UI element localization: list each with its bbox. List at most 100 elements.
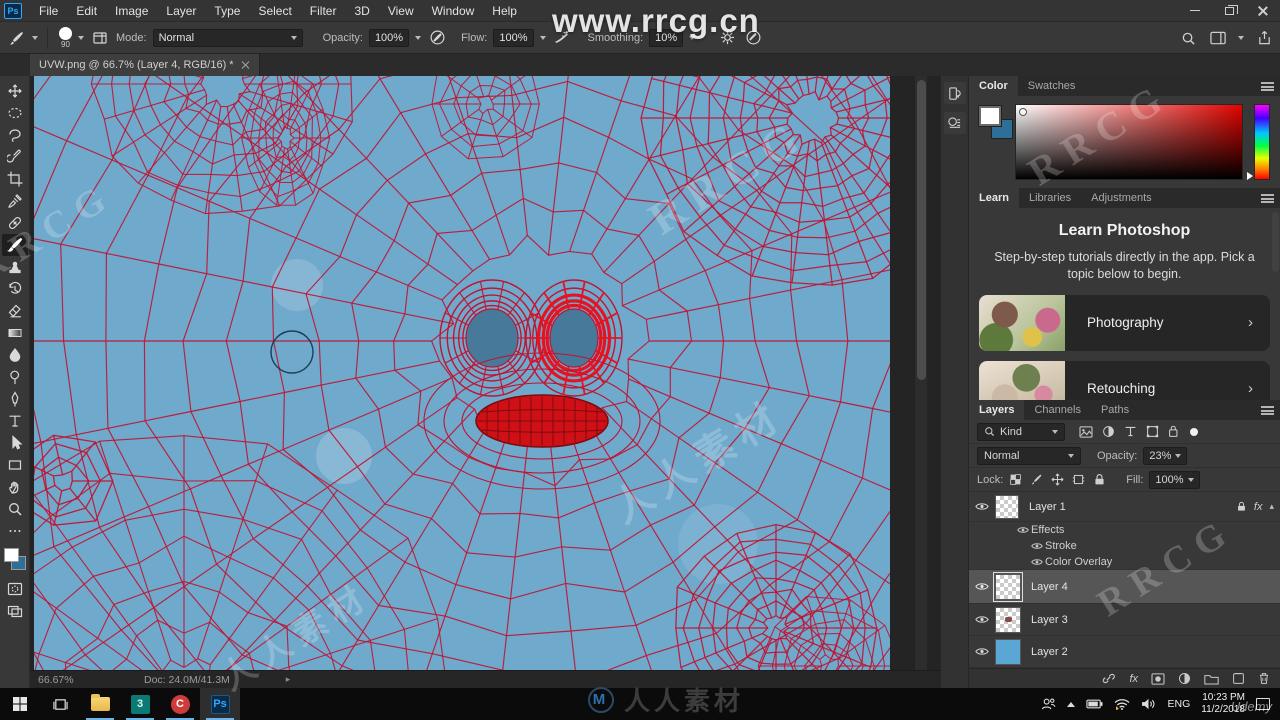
menu-image[interactable]: Image	[106, 0, 157, 22]
restore-button[interactable]	[1212, 0, 1246, 22]
lock-transparency-icon[interactable]	[1009, 473, 1022, 486]
filter-shape-layers-icon[interactable]	[1146, 425, 1159, 438]
tray-expand-chevron[interactable]	[1067, 701, 1076, 707]
menu-edit[interactable]: Edit	[67, 0, 106, 22]
blur-tool[interactable]	[2, 344, 28, 366]
filter-kind-dropdown[interactable]: Kind	[977, 422, 1065, 441]
opacity-caret[interactable]	[415, 35, 422, 40]
visibility-eye-icon[interactable]	[1015, 526, 1031, 534]
layer-name[interactable]: Layer 4	[1031, 581, 1068, 593]
new-layer-icon[interactable]	[1232, 672, 1245, 685]
dodge-tool[interactable]	[2, 366, 28, 388]
layer-thumbnail[interactable]	[993, 571, 1023, 602]
airbrush-icon[interactable]	[552, 28, 572, 48]
brush-tool[interactable]	[1, 234, 28, 256]
canvas-vertical-scrollbar[interactable]	[914, 76, 927, 670]
lock-all-icon[interactable]	[1093, 473, 1106, 486]
lasso-tool[interactable]	[2, 124, 28, 146]
filter-pixel-layers-icon[interactable]	[1079, 425, 1093, 438]
layer-name[interactable]: Layer 1	[1029, 501, 1066, 513]
flow-field[interactable]: 100%	[493, 28, 534, 47]
menu-type[interactable]: Type	[205, 0, 249, 22]
saturation-brightness-field[interactable]	[1015, 104, 1243, 180]
learn-card-photography[interactable]: Photography ›	[979, 294, 1270, 351]
filter-adjustment-layers-icon[interactable]	[1102, 425, 1115, 438]
color-overlay-effect-label[interactable]: Color Overlay	[1045, 556, 1112, 568]
blend-mode-dropdown[interactable]: Normal	[152, 28, 303, 47]
learn-panel-menu-icon[interactable]	[1261, 194, 1274, 203]
menu-help[interactable]: Help	[483, 0, 526, 22]
foreground-background-swatches[interactable]	[3, 546, 27, 572]
tab-swatches[interactable]: Swatches	[1018, 76, 1086, 96]
minimize-button[interactable]	[1178, 0, 1212, 22]
collapse-effects-chevron[interactable]: ▴	[1269, 501, 1274, 512]
eraser-tool[interactable]	[2, 300, 28, 322]
file-explorer-button[interactable]	[80, 688, 120, 720]
brush-size-picker[interactable]: 90	[59, 26, 72, 49]
share-icon[interactable]	[1254, 28, 1274, 48]
visibility-eye-icon[interactable]	[969, 582, 995, 591]
smoothing-field[interactable]: 10%	[649, 28, 684, 47]
layer-name[interactable]: Layer 2	[1031, 646, 1068, 658]
tab-layers[interactable]: Layers	[969, 400, 1025, 420]
search-icon[interactable]	[1178, 28, 1198, 48]
flow-caret[interactable]	[539, 35, 546, 40]
effects-label[interactable]: Effects	[1031, 524, 1064, 536]
add-layer-mask-icon[interactable]	[1151, 672, 1165, 685]
rectangle-tool[interactable]	[2, 454, 28, 476]
language-indicator[interactable]: ENG	[1167, 698, 1190, 710]
layer-fill-field[interactable]: 100%	[1149, 470, 1200, 489]
3dsmax-button[interactable]: 3	[120, 688, 160, 720]
learn-card-retouching[interactable]: Retouching ›	[979, 360, 1270, 400]
eyedropper-tool[interactable]	[2, 190, 28, 212]
move-tool[interactable]	[2, 80, 28, 102]
quick-selection-tool[interactable]	[2, 146, 28, 168]
clock[interactable]: 10:23 PM 11/2/2018	[1201, 692, 1245, 716]
layer-stroke-effect-row[interactable]: Stroke	[969, 538, 1280, 554]
layer-color-overlay-effect-row[interactable]: Color Overlay	[969, 554, 1280, 570]
link-layers-icon[interactable]	[1101, 672, 1116, 685]
layer-row-layer4-selected[interactable]: Layer 4	[969, 570, 1280, 604]
brush-picker-caret[interactable]	[78, 35, 84, 40]
tab-adjustments[interactable]: Adjustments	[1081, 188, 1162, 208]
smoothing-gear-icon[interactable]	[717, 28, 737, 48]
tab-color[interactable]: Color	[969, 76, 1018, 96]
camtasia-button[interactable]: C	[160, 688, 200, 720]
smoothing-caret[interactable]	[689, 35, 696, 40]
menu-3d[interactable]: 3D	[345, 0, 378, 22]
layer-blend-mode-dropdown[interactable]: Normal	[977, 446, 1081, 465]
hue-slider-arrow[interactable]	[1247, 172, 1253, 180]
hue-slider[interactable]	[1254, 104, 1270, 180]
hand-tool[interactable]	[2, 476, 28, 498]
history-brush-tool[interactable]	[2, 278, 28, 300]
layer-opacity-field[interactable]: 23%	[1143, 446, 1188, 465]
tab-learn[interactable]: Learn	[969, 188, 1019, 208]
tab-libraries[interactable]: Libraries	[1019, 188, 1081, 208]
layer-row-layer1[interactable]: Layer 1 fx ▴	[969, 492, 1280, 522]
layers-panel-menu-icon[interactable]	[1261, 406, 1274, 415]
wifi-icon[interactable]	[1114, 698, 1130, 710]
add-layer-style-icon[interactable]: fx	[1129, 673, 1138, 685]
edit-toolbar-ellipsis[interactable]	[2, 520, 28, 542]
filter-toggle-switch[interactable]	[1190, 427, 1198, 436]
layer-thumbnail[interactable]	[995, 638, 1021, 665]
status-options-chevron[interactable]: ▸	[286, 674, 291, 685]
people-icon[interactable]	[1041, 697, 1056, 711]
learn-scrollbar[interactable]	[1272, 212, 1279, 272]
tool-preset-caret[interactable]	[32, 35, 38, 40]
toolbar-foreground-swatch[interactable]	[3, 548, 19, 562]
delete-layer-icon[interactable]	[1258, 672, 1270, 685]
brush-settings-panel-icon[interactable]	[90, 28, 110, 48]
visibility-eye-icon[interactable]	[1029, 542, 1045, 550]
workspace-switcher-icon[interactable]	[1208, 28, 1228, 48]
tab-channels[interactable]: Channels	[1024, 400, 1090, 420]
layer-effects-row[interactable]: Effects	[969, 522, 1280, 538]
menu-filter[interactable]: Filter	[301, 0, 346, 22]
crop-tool[interactable]	[2, 168, 28, 190]
filter-type-layers-icon[interactable]	[1124, 425, 1137, 438]
visibility-eye-icon[interactable]	[969, 502, 995, 511]
battery-icon[interactable]	[1086, 699, 1104, 709]
close-button[interactable]	[1246, 0, 1280, 22]
zoom-tool[interactable]	[2, 498, 28, 520]
pressure-opacity-icon[interactable]	[427, 28, 447, 48]
